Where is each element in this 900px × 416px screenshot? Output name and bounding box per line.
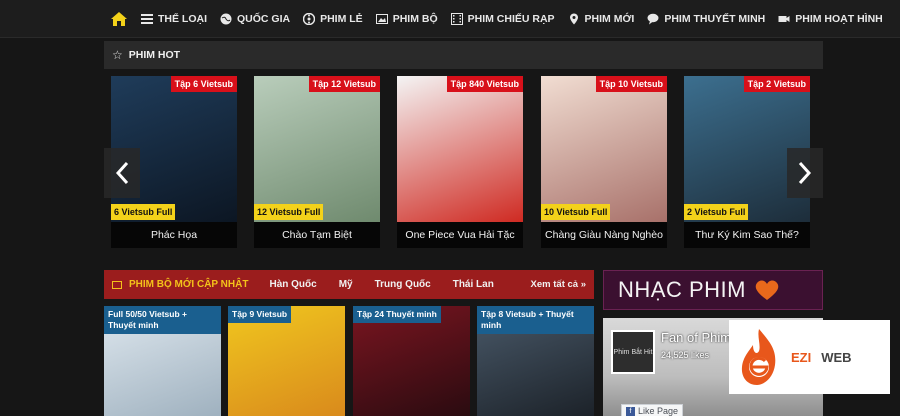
series-card[interactable]: Tập 9 Vietsub [228, 306, 345, 416]
nav-item-label: QUỐC GIA [237, 13, 291, 25]
web-text: WEB [821, 349, 852, 365]
nhac-phim-title: NHẠC PHIM [618, 277, 746, 302]
film-strip-icon [450, 13, 463, 25]
hot-card-title[interactable]: Chàng Giàu Nàng Nghèo [541, 222, 667, 248]
nav-item-label: PHIM LẺ [320, 13, 363, 25]
home-icon[interactable] [104, 0, 134, 38]
see-all-link[interactable]: Xem tất cả » [531, 279, 586, 290]
episode-badge: Tập 8 Vietsub + Thuyết minh [477, 306, 594, 334]
hot-card-title[interactable]: Thư Ký Kim Sao Thế? [684, 222, 810, 248]
heart-icon [755, 280, 779, 300]
chevron-left-icon [115, 161, 129, 185]
nav-item-3[interactable]: PHIM BỘ [369, 0, 444, 38]
hot-card-poster[interactable] [254, 76, 380, 222]
facebook-page-name[interactable]: Fan of Phim [661, 330, 731, 345]
hot-card-poster[interactable] [397, 76, 523, 222]
episode-badge: Tập 6 Vietsub [170, 76, 237, 92]
episode-badge: Tập 2 Vietsub [743, 76, 810, 92]
hot-card-title[interactable]: One Piece Vua Hải Tặc [397, 222, 523, 248]
episode-badge: Tập 9 Vietsub [228, 306, 292, 323]
facebook-likes-count: 24,525 likes [661, 350, 710, 360]
chevron-right-icon [798, 161, 812, 185]
series-card[interactable]: Tập 8 Vietsub + Thuyết minh [477, 306, 594, 416]
nav-item-2[interactable]: PHIM LẺ [296, 0, 369, 38]
new-series-list: Full 50/50 Vietsub + Thuyết minh Tập 9 Vi… [104, 306, 594, 416]
hot-card[interactable]: Tập 12 Vietsub 12 Vietsub Full Chào Tạm Bi… [254, 76, 380, 248]
location-icon [568, 13, 580, 25]
episode-badge: Full 50/50 Vietsub + Thuyết minh [104, 306, 221, 334]
hot-slider: Tập 6 Vietsub 6 Vietsub Full Phác Họa Tập 1… [104, 76, 823, 248]
nav-item-5[interactable]: PHIM MỚI [561, 0, 641, 38]
tv-icon [112, 280, 122, 289]
nav-item-4[interactable]: PHIM CHIẾU RẠP [444, 0, 561, 38]
list-icon [141, 13, 153, 25]
nav-item-7[interactable]: PHIM HOẠT HÌNH [771, 0, 889, 38]
hot-section-title: PHIM HOT [128, 49, 181, 61]
video-camera-icon [778, 13, 790, 25]
facebook-like-button[interactable]: f Like Page [621, 404, 684, 416]
ezi-web-logo: EZI WEB [729, 320, 890, 394]
new-series-tabs: Hàn Quốc Mỹ Trung Quốc Thái Lan [258, 279, 504, 290]
film-reel-icon [303, 13, 316, 25]
globe-icon [220, 13, 232, 25]
hot-card[interactable]: Tập 840 Vietsub One Piece Vua Hải Tặc [397, 76, 523, 248]
hot-card-title[interactable]: Chào Tạm Biệt [254, 222, 380, 248]
status-badge: 6 Vietsub Full [111, 204, 176, 220]
episode-badge: Tập 12 Vietsub [308, 76, 380, 92]
series-card[interactable]: Tập 24 Thuyết minh [353, 306, 470, 416]
episode-badge: Tập 24 Thuyết minh [353, 306, 441, 323]
nav-item-label: PHIM HOẠT HÌNH [795, 13, 883, 25]
hot-section-header: ☆ PHIM HOT [104, 41, 823, 69]
slider-prev-button[interactable] [104, 148, 140, 198]
ezi-text: EZI [791, 349, 812, 365]
nav-item-1[interactable]: QUỐC GIA [213, 0, 296, 38]
episode-badge: Tập 840 Vietsub [446, 76, 523, 92]
nav-item-label: PHIM BỘ [392, 13, 438, 25]
nav-item-6[interactable]: PHIM THUYẾT MINH [640, 0, 771, 38]
top-nav: THỂ LOẠI QUỐC GIA PHIM LẺ PHIM BỘ PHIM CHIẾU… [0, 0, 900, 38]
facebook-like-label: Like Page [638, 406, 679, 416]
nav-items: THỂ LOẠI QUỐC GIA PHIM LẺ PHIM BỘ PHIM CHIẾU… [134, 0, 889, 38]
slider-next-button[interactable] [787, 148, 823, 198]
nav-item-label: PHIM CHIẾU RẠP [467, 13, 555, 25]
new-series-tab[interactable]: Trung Quốc [375, 279, 431, 290]
new-series-tab[interactable]: Hàn Quốc [269, 279, 316, 290]
image-icon [375, 13, 388, 25]
new-series-tab[interactable]: Mỹ [339, 279, 353, 290]
star-icon: ☆ [112, 48, 123, 62]
hot-card[interactable]: Tập 10 Vietsub 10 Vietsub Full Chàng Giàu … [541, 76, 667, 248]
status-badge: 10 Vietsub Full [541, 204, 611, 220]
new-series-header: PHIM BỘ MỚI CẬP NHẬT Hàn Quốc Mỹ Trung Quố… [104, 270, 594, 299]
hot-card-title[interactable]: Phác Họa [111, 222, 237, 248]
facebook-thumb-text: Phim Bắt Hit [613, 348, 653, 356]
series-card[interactable]: Full 50/50 Vietsub + Thuyết minh [104, 306, 221, 416]
new-series-tab[interactable]: Thái Lan [453, 279, 494, 290]
nhac-phim-banner[interactable]: NHẠC PHIM [603, 270, 823, 310]
facebook-page-thumbnail[interactable]: Phim Bắt Hit [611, 330, 655, 374]
facebook-f-icon: f [626, 406, 635, 416]
episode-badge: Tập 10 Vietsub [595, 76, 667, 92]
speech-bubble-icon [647, 13, 659, 25]
status-badge: 12 Vietsub Full [254, 204, 324, 220]
flame-icon [741, 329, 776, 385]
nav-item-label: THỂ LOẠI [158, 13, 207, 25]
nav-inner: THỂ LOẠI QUỐC GIA PHIM LẺ PHIM BỘ PHIM CHIẾU… [104, 0, 889, 38]
status-badge: 2 Vietsub Full [684, 204, 749, 220]
page: THỂ LOẠI QUỐC GIA PHIM LẺ PHIM BỘ PHIM CHIẾU… [0, 0, 900, 416]
hot-card-poster[interactable] [541, 76, 667, 222]
new-series-title[interactable]: PHIM BỘ MỚI CẬP NHẬT [129, 279, 248, 290]
nav-item-label: PHIM MỚI [584, 13, 635, 25]
nav-item-0[interactable]: THỂ LOẠI [134, 0, 213, 38]
nav-item-label: PHIM THUYẾT MINH [664, 13, 766, 25]
